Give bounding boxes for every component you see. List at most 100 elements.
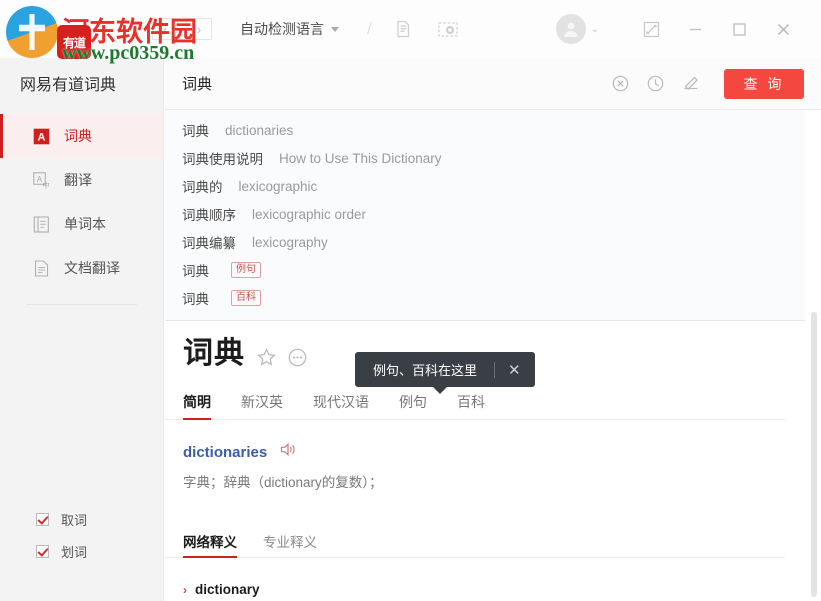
suggestion-english: dictionaries [225,123,293,138]
topbar-tool-icons [394,20,458,38]
suggestion-item[interactable]: 词典 百科 [165,284,805,312]
search-suggestions-dropdown: 词典 dictionaries 词典使用说明 How to Use This D… [165,110,805,321]
sidebar-item-label: 单词本 [64,214,106,234]
language-selector-label: 自动检测语言 [240,19,324,39]
suggestion-item[interactable]: 词典使用说明 How to Use This Dictionary [165,144,805,172]
checkbox-word-capture[interactable]: 取词 [0,503,164,535]
speaker-audio-icon[interactable] [280,442,297,462]
tab-new-chinese-english[interactable]: 新汉英 [241,392,283,419]
network-definition-list: › dictionary › Dict [165,576,821,601]
chevron-down-icon [331,27,339,32]
sidebar-nav: A 词典 A中 翻译 单词本 文档翻译 [0,114,163,290]
sidebar-item-label: 文档翻译 [64,258,120,278]
title-bar: ‹ › 自动检测语言 / ⌄ [0,0,821,58]
clear-circle-icon[interactable] [612,75,629,92]
wordbook-icon [32,215,50,233]
svg-text:中: 中 [42,180,49,188]
list-item[interactable]: › dictionary [183,576,821,601]
checkbox-label: 划词 [61,542,87,561]
tooltip-separator [494,362,495,378]
search-bar: 查 询 [165,58,821,110]
definition-text: 字典；辞典（dictionary的复数）； [183,471,821,491]
suggestion-chinese: 词典编纂 [182,232,236,252]
checkbox-text-selection[interactable]: 划词 [0,535,164,567]
star-favorite-icon[interactable] [257,348,276,372]
tab-examples[interactable]: 例句 [399,392,427,419]
suggestion-item[interactable]: 词典编纂 lexicography [165,228,805,256]
translate-icon: A中 [32,171,50,189]
tab-concise[interactable]: 简明 [183,392,211,419]
separator-slash: / [367,19,372,39]
document-icon[interactable] [394,20,412,38]
suggestion-item[interactable]: 词典 例句 [165,256,805,284]
navigation-buttons: ‹ › [152,18,212,40]
checkbox-checked-icon[interactable] [36,545,49,558]
checkbox-checked-icon[interactable] [36,513,49,526]
sidebar-item-wordbook[interactable]: 单词本 [0,202,163,246]
sidebar-item-dictionary[interactable]: A 词典 [0,114,163,158]
svg-text:A: A [37,131,45,143]
restore-window-button[interactable] [629,9,673,49]
search-input[interactable] [182,75,602,92]
definition-subtabs: 网络释义 专业释义 [165,531,785,558]
result-panel: 词典 简明 新汉英 现代汉语 例句 百科 dictionaries 字典；辞典（… [165,306,821,601]
window-controls: ⌄ [556,9,805,49]
maximize-window-button[interactable] [717,9,761,49]
suggestion-chinese: 词典 [182,260,209,280]
suggestion-badge-encyclopedia: 百科 [231,290,261,306]
back-button[interactable]: ‹ [152,18,178,40]
tooltip-arrow [433,387,447,394]
subtab-professional-definition[interactable]: 专业释义 [263,531,317,557]
suggestion-item[interactable]: 词典的 lexicographic [165,172,805,200]
suggestion-chinese: 词典使用说明 [182,148,263,168]
suggestion-chinese: 词典 [182,120,209,140]
suggestion-english: lexicography [252,235,328,250]
screenshot-camera-icon[interactable] [438,20,458,38]
suggestion-english: How to Use This Dictionary [279,151,442,166]
sidebar-divider [26,304,137,305]
suggestion-item[interactable]: 词典 dictionaries [165,116,805,144]
youdao-dictionary-window: ‹ › 自动检测语言 / ⌄ [0,0,821,601]
definition-headword: dictionaries [183,444,267,461]
search-action-icons: 查 询 [612,69,804,99]
sidebar-item-label: 翻译 [64,170,92,190]
vertical-scrollbar[interactable] [811,312,817,597]
suggestion-chinese: 词典顺序 [182,204,236,224]
sidebar-item-document-translate[interactable]: 文档翻译 [0,246,163,290]
chevron-right-icon: › [183,583,187,597]
minimize-window-button[interactable] [673,9,717,49]
app-brand-title: 网易有道词典 [0,58,163,108]
tab-encyclopedia[interactable]: 百科 [457,392,485,419]
dictionary-icon: A [32,127,50,145]
more-options-icon[interactable] [288,348,307,372]
sidebar: 网易有道词典 A 词典 A中 翻译 单词本 [0,58,164,601]
language-selector[interactable]: 自动检测语言 [240,19,339,39]
suggestion-chinese: 词典 [182,288,209,308]
checkbox-label: 取词 [61,510,87,529]
sidebar-checkbox-group: 取词 划词 [0,503,164,567]
suggestion-english: lexicographic [239,179,318,194]
definition-block: dictionaries 字典；辞典（dictionary的复数）； [165,420,821,491]
result-tabs: 简明 新汉英 现代汉语 例句 百科 [165,392,785,420]
close-icon[interactable]: ✕ [508,361,535,379]
feature-hint-tooltip: 例句、百科在这里 ✕ [355,352,535,387]
forward-button[interactable]: › [186,18,212,40]
sidebar-item-label: 词典 [64,126,92,146]
search-query-button[interactable]: 查 询 [724,69,804,99]
suggestion-badge-example: 例句 [231,262,261,278]
tab-modern-chinese[interactable]: 现代汉语 [313,392,369,419]
list-item-label: dictionary [195,582,260,597]
page-title: 词典 [183,328,245,372]
suggestion-english: lexicographic order [252,207,366,222]
chevron-down-icon: ⌄ [591,24,599,35]
subtab-network-definition[interactable]: 网络释义 [183,531,237,557]
suggestion-chinese: 词典的 [182,176,223,196]
sidebar-item-translate[interactable]: A中 翻译 [0,158,163,202]
user-account-menu[interactable]: ⌄ [556,14,599,44]
handwriting-icon[interactable] [682,75,700,92]
document-translate-icon [32,259,50,277]
suggestion-item[interactable]: 词典顺序 lexicographic order [165,200,805,228]
tooltip-text: 例句、百科在这里 [373,360,477,379]
close-window-button[interactable] [761,9,805,49]
history-clock-icon[interactable] [647,75,664,92]
